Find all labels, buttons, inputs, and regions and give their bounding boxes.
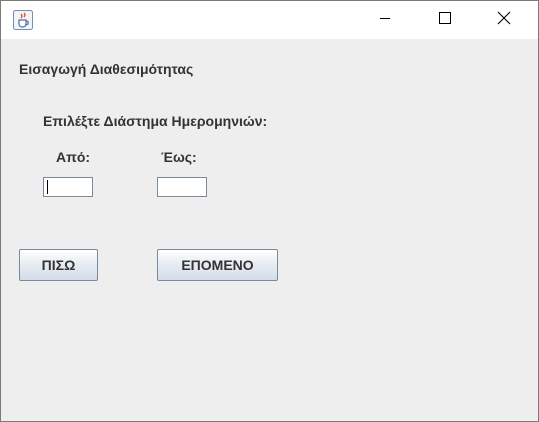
- app-window: Εισαγωγή Διαθεσιμότητας Επιλέξτε Διάστημ…: [0, 0, 539, 422]
- minimize-button[interactable]: [356, 1, 414, 39]
- maximize-button[interactable]: [416, 1, 474, 39]
- from-label: Από:: [56, 149, 91, 165]
- from-date-input[interactable]: [43, 177, 93, 197]
- text-caret: [47, 180, 48, 194]
- close-icon: [497, 11, 511, 30]
- minimize-icon: [379, 11, 391, 29]
- back-button[interactable]: ΠΙΣΩ: [19, 249, 98, 281]
- title-bar[interactable]: [1, 1, 538, 39]
- maximize-icon: [439, 11, 451, 29]
- to-date-input[interactable]: [157, 177, 207, 197]
- close-button[interactable]: [475, 1, 533, 39]
- next-button[interactable]: ΕΠΟΜΕΝΟ: [157, 249, 278, 281]
- date-range-label: Επιλέξτε Διάστημα Ημερομηνιών:: [43, 113, 268, 129]
- form-heading: Εισαγωγή Διαθεσιμότητας: [19, 61, 194, 77]
- java-cup-icon[interactable]: [13, 10, 33, 30]
- to-label: Έως:: [161, 149, 197, 165]
- content-panel: Εισαγωγή Διαθεσιμότητας Επιλέξτε Διάστημ…: [1, 39, 538, 421]
